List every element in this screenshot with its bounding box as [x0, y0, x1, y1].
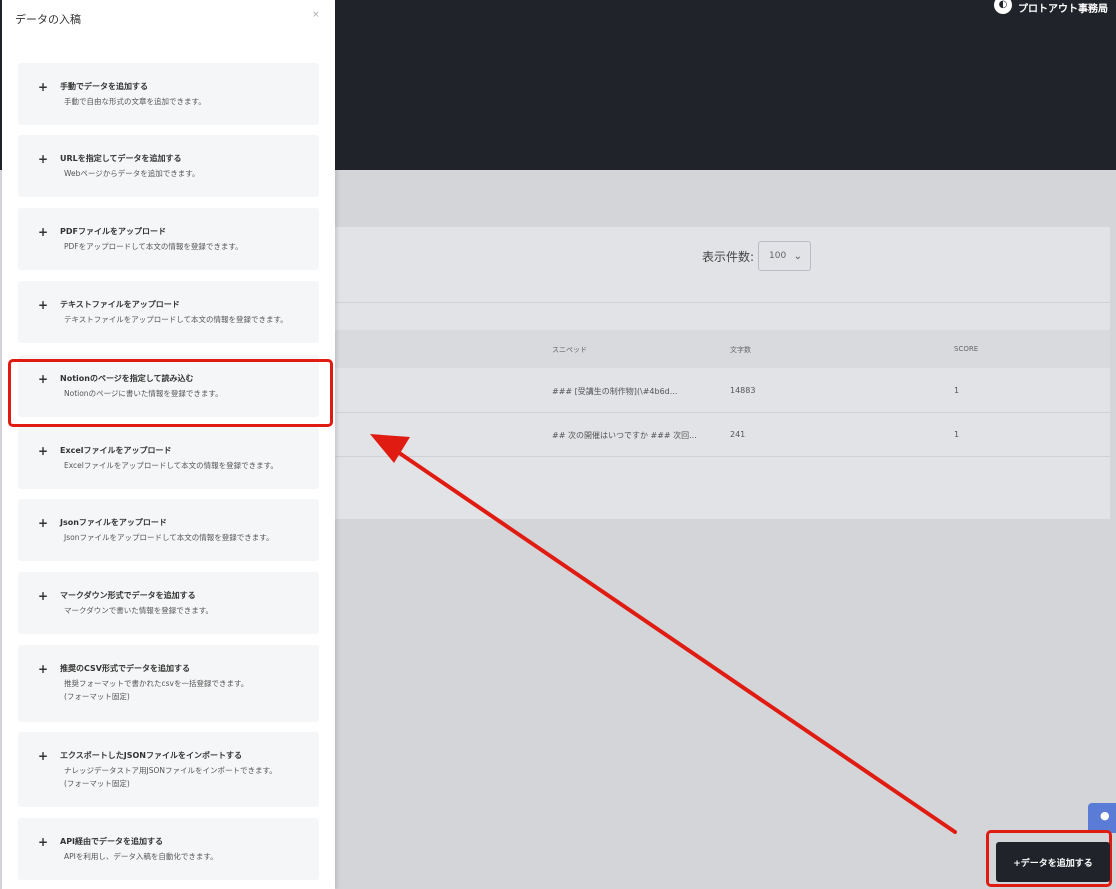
column-header-score: SCORE: [954, 345, 979, 353]
option-description: マークダウンで書いた情報を登録できます。: [64, 606, 213, 615]
table-row-chars: 241: [730, 430, 746, 439]
add-data-button[interactable]: +データを追加する: [996, 842, 1110, 882]
option-description: Webページからデータを追加できます。: [64, 169, 200, 178]
plus-icon: +: [38, 152, 49, 166]
option-title: 推奨のCSV形式でデータを追加する: [60, 664, 190, 673]
per-page-control: 表示件数: 100 ⌄: [702, 241, 812, 271]
plus-icon: +: [38, 444, 49, 458]
option-title: URLを指定してデータを追加する: [60, 154, 182, 163]
option-description: Excelファイルをアップロードして本文の情報を登録できます。: [64, 461, 278, 470]
per-page-label: 表示件数:: [702, 249, 755, 264]
option-description: 推奨フォーマットで書かれたcsvを一括登録できます。: [64, 679, 249, 688]
option-json[interactable]: + Jsonファイルをアップロード Jsonファイルをアップロードして本文の情報…: [18, 499, 319, 561]
option-title: 手動でデータを追加する: [60, 82, 148, 91]
plus-icon: +: [38, 298, 49, 312]
data-upload-drawer: データの入稿 × + 手動でデータを追加する 手動で自由な形式の文章を追加できま…: [2, 0, 335, 889]
option-excel[interactable]: + Excelファイルをアップロード Excelファイルをアップロードして本文の…: [18, 427, 319, 489]
option-description: PDFをアップロードして本文の情報を登録できます。: [64, 242, 243, 251]
plus-icon: +: [38, 80, 49, 94]
option-description-note: (フォーマット固定): [64, 692, 130, 701]
brand[interactable]: ◐ プロトアウト事務局: [994, 0, 1108, 15]
option-description: ナレッジデータストア用JSONファイルをインポートできます。: [64, 766, 277, 775]
option-description: テキストファイルをアップロードして本文の情報を登録できます。: [64, 315, 288, 324]
option-json-import[interactable]: + エクスポートしたJSONファイルをインポートする ナレッジデータストア用JS…: [18, 732, 319, 807]
option-title: マークダウン形式でデータを追加する: [60, 591, 196, 600]
brand-name: プロトアウト事務局: [1018, 4, 1108, 15]
option-url[interactable]: + URLを指定してデータを追加する Webページからデータを追加できます。: [18, 135, 319, 197]
option-csv[interactable]: + 推奨のCSV形式でデータを追加する 推奨フォーマットで書かれたcsvを一括登…: [18, 645, 319, 722]
chat-bubble-icon[interactable]: ●: [1088, 803, 1116, 833]
option-markdown[interactable]: + マークダウン形式でデータを追加する マークダウンで書いた情報を登録できます。: [18, 572, 319, 634]
divider: [335, 302, 1110, 303]
option-title: Jsonファイルをアップロード: [60, 518, 167, 527]
option-description-note: (フォーマット固定): [64, 779, 130, 788]
option-pdf[interactable]: + PDFファイルをアップロード PDFをアップロードして本文の情報を登録できま…: [18, 208, 319, 270]
option-description: Jsonファイルをアップロードして本文の情報を登録できます。: [64, 533, 274, 542]
option-title: API経由でデータを追加する: [60, 837, 164, 846]
row-divider: [335, 412, 1110, 413]
table-row-chars: 14883: [730, 386, 756, 395]
close-icon[interactable]: ×: [312, 10, 320, 20]
option-title: Excelファイルをアップロード: [60, 446, 172, 455]
plus-icon: +: [38, 662, 49, 676]
plus-icon: +: [38, 225, 49, 239]
option-title: テキストファイルをアップロード: [60, 300, 180, 309]
plus-icon: +: [38, 589, 49, 603]
table-row-snippet[interactable]: ### [受講生の制作物](\#4b6d...: [552, 386, 677, 397]
table-header: [335, 330, 1110, 368]
option-description: APIを利用し、データ入稿を自動化できます。: [64, 852, 218, 861]
option-text-file[interactable]: + テキストファイルをアップロード テキストファイルをアップロードして本文の情報…: [18, 281, 319, 343]
brand-logo-icon: ◐: [994, 0, 1012, 14]
plus-icon: +: [38, 749, 49, 763]
per-page-value: 100: [769, 251, 787, 261]
option-description: 手動で自由な形式の文章を追加できます。: [64, 97, 206, 106]
per-page-select[interactable]: 100 ⌄: [758, 241, 812, 271]
option-api[interactable]: + API経由でデータを追加する APIを利用し、データ入稿を自動化できます。: [18, 818, 319, 880]
chevron-down-icon: ⌄: [793, 250, 803, 262]
annotation-highlight-notion: [8, 359, 333, 427]
drawer-title: データの入稿: [15, 13, 81, 26]
option-title: PDFファイルをアップロード: [60, 227, 166, 236]
table-row-snippet[interactable]: ## 次の開催はいつですか ### 次回...: [552, 430, 697, 441]
table-row-score: 1: [954, 430, 960, 439]
table-row-score: 1: [954, 386, 960, 395]
column-header-chars: 文字数: [730, 346, 751, 354]
column-header-snippet: スニペッド: [552, 346, 587, 354]
option-title: エクスポートしたJSONファイルをインポートする: [60, 751, 242, 760]
plus-icon: +: [38, 835, 49, 849]
plus-icon: +: [38, 516, 49, 530]
option-manual[interactable]: + 手動でデータを追加する 手動で自由な形式の文章を追加できます。: [18, 63, 319, 125]
row-divider: [335, 456, 1110, 457]
